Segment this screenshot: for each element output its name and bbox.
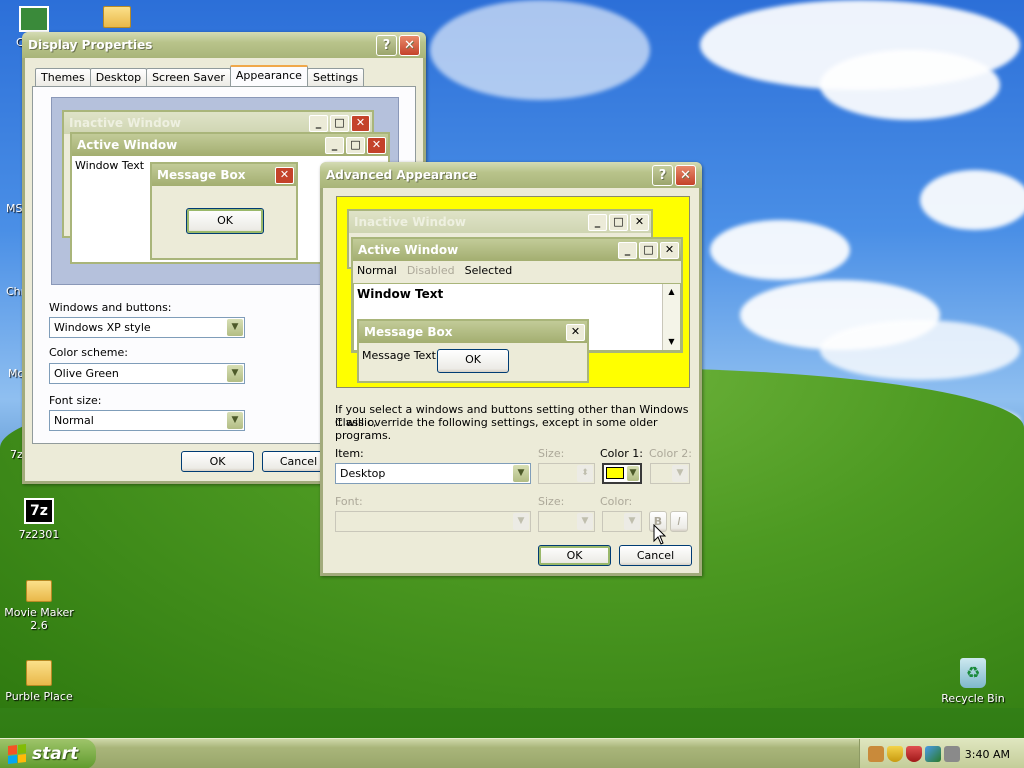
desktop-icon-folder[interactable] bbox=[82, 6, 152, 32]
chevron-down-icon: ▼ bbox=[227, 365, 243, 382]
preview-ok-button: OK bbox=[186, 208, 264, 234]
font-color-picker[interactable]: ▼ bbox=[602, 511, 642, 532]
color-scheme-select[interactable]: Olive Green ▼ bbox=[49, 363, 245, 384]
preview-window-text: Window Text bbox=[75, 159, 145, 172]
chevron-down-icon: ▼ bbox=[672, 465, 688, 482]
size-label: Size: bbox=[538, 447, 565, 460]
tab-settings[interactable]: Settings bbox=[306, 68, 365, 86]
tab-appearance[interactable]: Appearance bbox=[229, 65, 308, 86]
desktop-icon-movie-maker[interactable]: Movie Maker 2.6 bbox=[4, 580, 74, 632]
item-label: Item: bbox=[335, 447, 364, 460]
chevron-down-icon: ▼ bbox=[577, 513, 593, 530]
desktop-icon-7z2301[interactable]: 7z 7z2301 bbox=[4, 498, 74, 541]
chevron-down-icon: ▼ bbox=[627, 466, 639, 481]
windows-flag-icon bbox=[8, 744, 26, 764]
green-icon bbox=[19, 6, 49, 32]
help-button[interactable]: ? bbox=[376, 34, 397, 56]
color2-label: Color 2: bbox=[649, 447, 692, 460]
windows-buttons-label: Windows and buttons: bbox=[49, 301, 172, 314]
clock[interactable]: 3:40 AM bbox=[965, 748, 1010, 761]
volume-icon[interactable] bbox=[944, 746, 960, 762]
font-size-select[interactable]: ▼ bbox=[538, 511, 595, 532]
windows-buttons-select[interactable]: Windows XP style ▼ bbox=[49, 317, 245, 338]
font-size-label: Font size: bbox=[49, 394, 102, 407]
folder-icon bbox=[103, 6, 131, 28]
zip-folder-icon bbox=[26, 660, 52, 686]
desktop-icon-purble-place[interactable]: Purble Place bbox=[4, 660, 74, 703]
taskbar: start 3:40 AM bbox=[0, 738, 1024, 768]
window-title: Advanced Appearance bbox=[326, 168, 477, 182]
chevron-down-icon: ▼ bbox=[513, 465, 529, 482]
advanced-appearance-window: Advanced Appearance ? ✕ Inactive Window … bbox=[320, 162, 702, 576]
cancel-button[interactable]: Cancel bbox=[619, 545, 692, 566]
tab-screen-saver[interactable]: Screen Saver bbox=[146, 68, 231, 86]
color-scheme-label: Color scheme: bbox=[49, 346, 128, 359]
window-title: Display Properties bbox=[28, 38, 153, 52]
font-label: Font: bbox=[335, 495, 363, 508]
security-shield-icon[interactable] bbox=[887, 746, 903, 762]
network-icon[interactable] bbox=[925, 746, 941, 762]
item-select[interactable]: Desktop ▼ bbox=[335, 463, 531, 484]
folder-icon bbox=[26, 580, 52, 602]
info-text-line2: it will override the following settings,… bbox=[335, 416, 658, 442]
chevron-down-icon: ▼ bbox=[624, 513, 640, 530]
chevron-down-icon: ▼ bbox=[227, 319, 243, 336]
chevron-down-icon: ▼ bbox=[227, 412, 243, 429]
color1-picker[interactable]: ▼ bbox=[602, 463, 642, 484]
preview-message-box: Message Box ✕ OK bbox=[150, 162, 298, 260]
ok-button[interactable]: OK bbox=[181, 451, 254, 472]
tab-desktop[interactable]: Desktop bbox=[89, 68, 148, 86]
start-button[interactable]: start bbox=[0, 739, 96, 768]
size-spinner[interactable]: ⬍ bbox=[538, 463, 595, 484]
help-button[interactable]: ? bbox=[652, 164, 673, 186]
tab-themes[interactable]: Themes bbox=[35, 68, 91, 86]
close-button[interactable]: ✕ bbox=[399, 34, 420, 56]
7z-icon: 7z bbox=[24, 498, 54, 524]
font-size-select[interactable]: Normal ▼ bbox=[49, 410, 245, 431]
color-swatch bbox=[606, 467, 624, 479]
font-select[interactable]: ▼ bbox=[335, 511, 531, 532]
color2-picker[interactable]: ▼ bbox=[650, 463, 690, 484]
color1-label: Color 1: bbox=[600, 447, 643, 460]
font-size-label: Size: bbox=[538, 495, 565, 508]
tab-strip: Themes Desktop Screen Saver Appearance S… bbox=[35, 65, 365, 86]
advanced-appearance-titlebar[interactable]: Advanced Appearance ? ✕ bbox=[320, 162, 702, 188]
preview-scrollbar: ▲ ▼ bbox=[662, 284, 680, 350]
desktop-icon-recycle-bin[interactable]: ♻ Recycle Bin bbox=[938, 658, 1008, 705]
preview-message-box: Message Box ✕ Message Text OK bbox=[357, 319, 589, 383]
close-button[interactable]: ✕ bbox=[675, 164, 696, 186]
tray-app-icon[interactable] bbox=[868, 746, 884, 762]
ok-button[interactable]: OK bbox=[538, 545, 611, 566]
preview-menu-bar: Normal Disabled Selected bbox=[357, 264, 513, 277]
italic-button[interactable]: I bbox=[670, 511, 688, 532]
font-color-label: Color: bbox=[600, 495, 633, 508]
spinner-icon: ⬍ bbox=[577, 465, 593, 482]
preview-message-text: Message Text bbox=[362, 349, 436, 362]
preview-window-text: Window Text bbox=[357, 287, 444, 301]
display-properties-titlebar[interactable]: Display Properties ? ✕ bbox=[22, 32, 426, 58]
antivirus-shield-icon[interactable] bbox=[906, 746, 922, 762]
recycle-bin-icon: ♻ bbox=[960, 658, 986, 688]
advanced-preview: Inactive Window _ □ ✕ Active Window _ □ ✕ No… bbox=[336, 196, 690, 388]
cursor-icon bbox=[653, 524, 667, 545]
system-tray: 3:40 AM bbox=[859, 739, 1024, 768]
preview-ok-button: OK bbox=[437, 349, 509, 373]
chevron-down-icon: ▼ bbox=[513, 513, 529, 530]
